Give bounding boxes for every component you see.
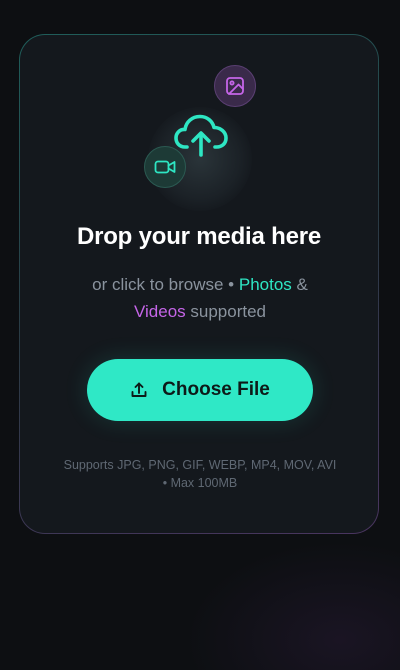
subtitle-and: & [291,275,308,294]
subtitle-suffix: supported [185,302,267,321]
photos-label: Photos [238,275,292,294]
supported-formats-note: Supports JPG, PNG, GIF, WEBP, MP4, MOV, … [50,456,350,492]
image-icon [226,77,244,95]
formats-line: Supports JPG, PNG, GIF, WEBP, MP4, MOV, … [63,458,337,472]
upload-icon [131,382,147,397]
videos-label: Videos [133,302,186,321]
choose-file-button[interactable]: Choose File [87,359,313,421]
video-camera-icon [154,160,176,174]
photo-badge [214,65,256,107]
dropzone-subtitle: or click to browse • Photos & Videos supp… [60,271,340,325]
subtitle-prefix: or click to browse • [92,275,239,294]
dropzone-title: Drop your media here [76,223,322,250]
media-dropzone[interactable]: Drop your media here or click to browse … [19,34,379,534]
video-badge [144,146,186,188]
max-size-line: • Max 100MB [162,476,238,490]
choose-file-label: Choose File [162,379,270,400]
